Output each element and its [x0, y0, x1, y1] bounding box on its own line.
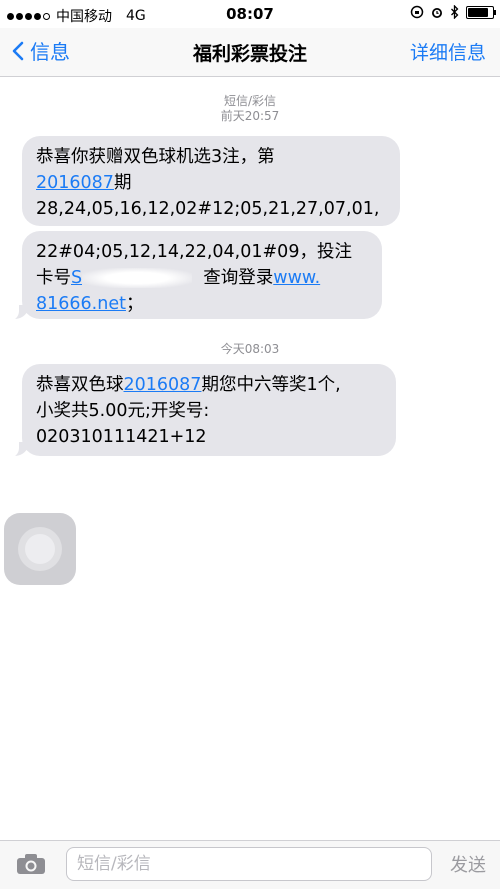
alarm-icon [432, 8, 442, 18]
status-bar: 中国移动 4G 08:07 [0, 0, 500, 28]
message-bubble[interactable]: 恭喜你获赠双色球机选3注，第 2016087期 28,24,05,16,12,0… [22, 136, 400, 226]
bubble-tail [7, 440, 29, 458]
website-link[interactable]: www. [273, 268, 320, 288]
details-button[interactable]: 详细信息 [410, 38, 486, 65]
battery-level [468, 7, 488, 17]
thread-header: 短信/彩信 前天20:57 [0, 94, 500, 124]
issue-number-link[interactable]: 2016087 [124, 375, 202, 395]
message-composer: 发送 [0, 840, 500, 889]
message-type-label: 短信/彩信 [223, 94, 277, 108]
message-text: ； [125, 294, 144, 314]
camera-icon [17, 854, 45, 874]
assistive-touch-center [25, 534, 55, 564]
message-text: 恭喜双色球 [36, 375, 124, 395]
camera-button[interactable] [16, 853, 46, 879]
thread-timestamp: 前天20:57 [220, 109, 280, 123]
message-timestamp: 今天08:03 [220, 342, 280, 356]
card-number-link[interactable]: S [71, 268, 82, 288]
message-bubble[interactable]: 恭喜双色球2016087期您中六等奖1个, 小奖共5.00元;开奖号: 0203… [22, 364, 396, 456]
website-link[interactable]: 81666.net [36, 294, 126, 314]
message-bubble[interactable]: 22#04;05,12,14,22,04,01#09，投注 卡号S 查询登录ww… [22, 231, 382, 319]
bluetooth-icon [451, 5, 459, 19]
rotation-lock-icon [410, 5, 424, 19]
send-button[interactable]: 发送 [450, 851, 486, 877]
battery-icon [466, 5, 496, 19]
navigation-bar: 信息 福利彩票投注 详细信息 [0, 28, 500, 77]
bubble-tail [7, 303, 29, 321]
message-input[interactable] [66, 847, 432, 881]
status-icons [410, 5, 496, 19]
assistive-touch-button[interactable] [4, 513, 76, 585]
issue-number-link[interactable]: 2016087 [36, 173, 114, 193]
message-text: 查询登录 [192, 268, 274, 288]
message-text: 恭喜你获赠双色球机选3注，第 [36, 147, 275, 167]
obscured-card-number [82, 268, 193, 288]
